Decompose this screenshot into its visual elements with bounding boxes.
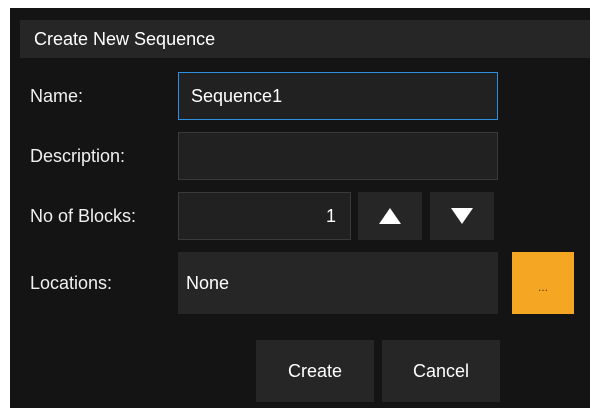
create-button[interactable]: Create [256,340,374,402]
name-input[interactable] [178,72,498,120]
increment-button[interactable] [358,192,422,240]
arrow-down-icon [451,208,473,224]
blocks-input[interactable] [178,192,351,240]
locations-label: Locations: [30,273,113,293]
create-sequence-dialog: Create New Sequence Name: Description: N… [10,8,590,408]
dialog-title: Create New Sequence [20,20,590,58]
locations-value: None [178,252,498,314]
browse-locations-button[interactable]: ... [512,252,574,314]
cancel-button[interactable]: Cancel [382,340,500,402]
arrow-up-icon [379,208,401,224]
description-label: Description: [30,146,126,166]
description-input[interactable] [178,132,498,180]
blocks-label: No of Blocks: [30,206,137,226]
name-label: Name: [30,86,84,106]
decrement-button[interactable] [430,192,494,240]
